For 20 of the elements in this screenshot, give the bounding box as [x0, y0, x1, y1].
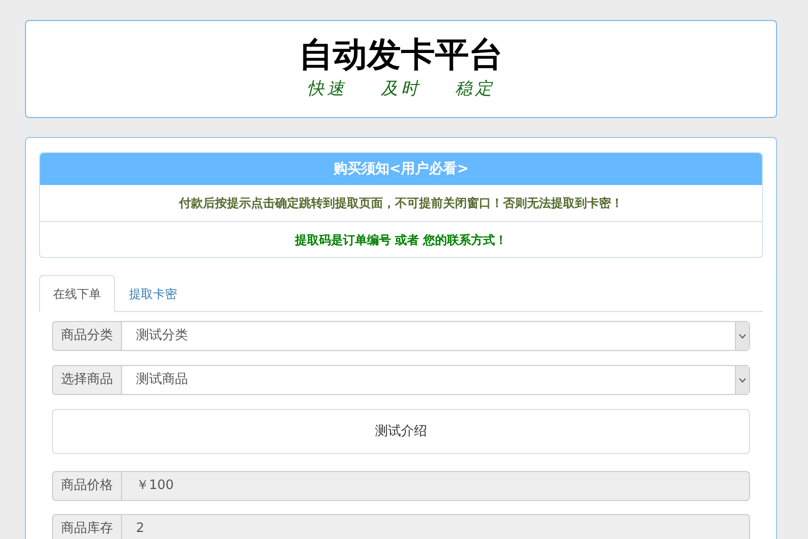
- field-label: 商品分类: [52, 321, 122, 351]
- field-label: 选择商品: [52, 365, 122, 395]
- chevron-down-icon: [735, 322, 749, 350]
- chevron-down-icon: [735, 366, 749, 394]
- slogan-text: 稳定: [455, 78, 495, 101]
- field-label: 商品库存: [52, 514, 122, 539]
- readonly-field: 2: [122, 514, 750, 539]
- field-label: 商品价格: [52, 471, 122, 501]
- tab[interactable]: 在线下单: [39, 275, 115, 312]
- notice-text: 付款后按提示点击确定跳转到提取页面，不可提前关闭窗口！否则无法提取到卡密！: [179, 195, 623, 212]
- readonly-field: ￥100: [122, 471, 750, 501]
- slogan-text: 及时: [381, 78, 421, 101]
- tab[interactable]: 提取卡密: [115, 275, 191, 312]
- slogan-text: 快速: [307, 78, 347, 101]
- site-title: 自动发卡平台: [299, 35, 503, 75]
- description-text: 测试介绍: [375, 422, 427, 441]
- notice-heading: 购买须知<用户必看>: [40, 153, 762, 185]
- select-field[interactable]: 测试商品: [122, 365, 750, 395]
- notice-text: 提取码是订单编号 或者 您的联系方式！: [294, 232, 508, 248]
- select-field[interactable]: 测试分类: [122, 321, 750, 351]
